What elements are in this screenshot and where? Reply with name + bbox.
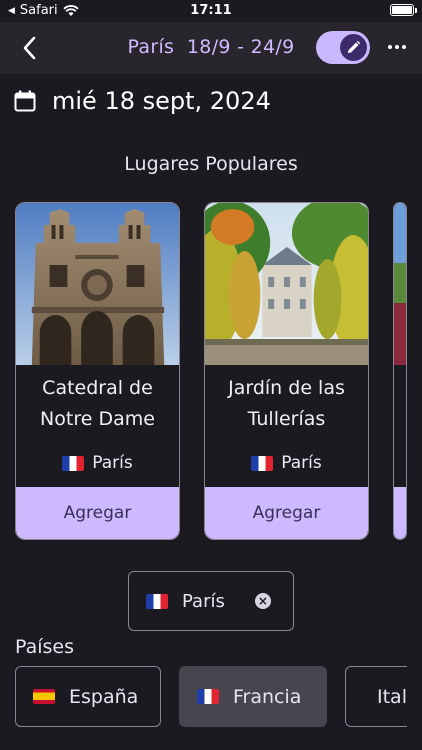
country-label: España	[69, 685, 139, 708]
spain-flag-icon	[33, 689, 55, 704]
clock: 17:11	[190, 3, 232, 18]
date-label: mié 18 sept, 2024	[52, 87, 271, 115]
country-chip-italy[interactable]: Italia	[345, 666, 407, 727]
add-button[interactable]: Agregar	[205, 487, 368, 539]
selected-city-chip[interactable]: París ×	[128, 571, 294, 631]
edit-mode-toggle[interactable]	[316, 31, 370, 64]
country-chip-spain[interactable]: España	[15, 666, 161, 727]
notre-dame-photo	[16, 203, 179, 365]
country-chip-france[interactable]: Francia	[179, 666, 327, 727]
popular-places-title: Lugares Populares	[124, 153, 298, 175]
france-flag-icon	[62, 455, 85, 471]
status-bar: ◀ Safari 17:11	[0, 0, 422, 22]
place-card-notre-dame[interactable]: Catedral de Notre Dame París Agregar	[15, 202, 180, 540]
france-flag-icon	[197, 689, 219, 704]
battery-icon	[390, 4, 417, 16]
city-label: París	[92, 453, 133, 473]
place-city: París	[205, 453, 368, 473]
place-card-tuileries[interactable]: Jardín de las Tullerías París Agregar	[204, 202, 369, 540]
place-name: Jardín de las Tullerías	[228, 377, 345, 430]
calendar-icon	[14, 90, 36, 112]
date-selector[interactable]: mié 18 sept, 2024	[14, 84, 271, 118]
place-city: París	[16, 453, 179, 473]
add-button[interactable]: Agregar	[16, 487, 179, 539]
add-button-partial[interactable]	[394, 487, 406, 539]
place-card-partial[interactable]	[393, 202, 407, 540]
country-label: Italia	[377, 685, 407, 708]
selected-city-label: París	[182, 590, 225, 612]
country-label: Francia	[233, 685, 302, 708]
navigation-bar: París 18/9 - 24/9	[0, 22, 422, 74]
remove-icon[interactable]: ×	[254, 593, 271, 609]
pencil-icon	[340, 34, 367, 61]
france-flag-icon	[251, 455, 274, 471]
tuileries-photo	[205, 203, 368, 365]
partial-photo	[394, 203, 406, 365]
place-name: Catedral de Notre Dame	[40, 377, 155, 430]
countries-title: Países	[15, 636, 75, 658]
more-options-icon[interactable]	[388, 45, 406, 49]
france-flag-icon	[146, 593, 168, 609]
city-label: París	[281, 453, 322, 473]
